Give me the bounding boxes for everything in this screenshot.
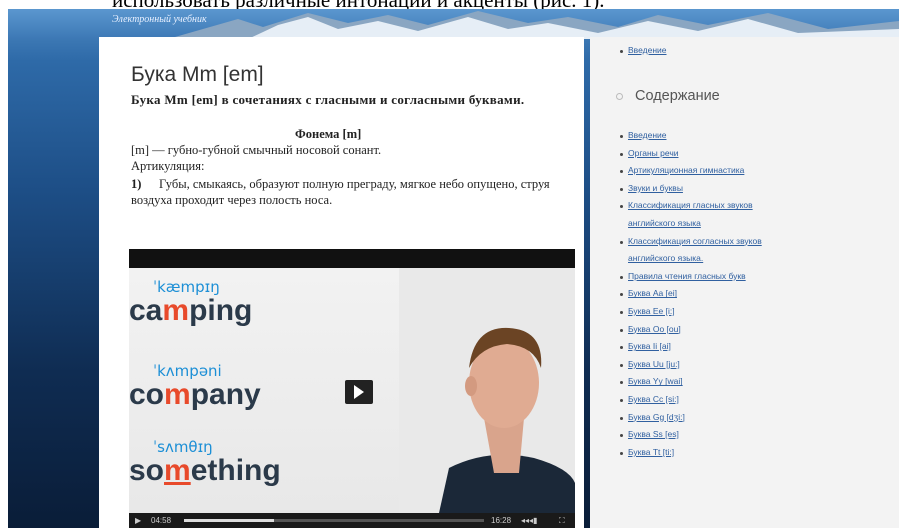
browser-page: Электронный учебник Бука Mm [em] Бука Mm… xyxy=(8,9,899,528)
toc-item[interactable]: Буква Aa [ei] xyxy=(628,288,677,298)
toc-item[interactable]: Буква Ii [ai] xyxy=(628,341,671,351)
bullet xyxy=(620,50,623,53)
volume-icon[interactable]: ◂◂◂▮ xyxy=(521,516,537,525)
bullet xyxy=(620,187,623,191)
toc-item[interactable]: Буква Cc [si:] xyxy=(628,394,679,404)
bullet xyxy=(620,381,623,385)
sidebar-top-link[interactable]: Введение xyxy=(628,45,667,55)
toc-item[interactable]: Буква Yy [wai] xyxy=(628,376,683,386)
bullet xyxy=(620,328,623,332)
time-current: 04:58 xyxy=(151,516,172,525)
site-title[interactable]: Электронный учебник xyxy=(112,14,207,25)
item-text: Губы, смыкаясь, образуют полную преграду… xyxy=(131,177,550,207)
bullet xyxy=(620,399,623,402)
bullet xyxy=(620,434,623,438)
bullet xyxy=(620,363,623,367)
toc-item[interactable]: Классификация согласных звуков xyxy=(628,236,762,246)
bullet xyxy=(620,346,623,350)
main-content: Бука Mm [em] Бука Mm [em] в сочетаниях с… xyxy=(99,37,584,528)
video-top-bar xyxy=(129,249,575,268)
toc-item[interactable]: Буква Oo [ou] xyxy=(628,324,681,334)
video-controls: ▶ 04:58 16:28 ◂◂◂▮ ⛶ xyxy=(129,513,575,528)
bullet xyxy=(620,205,623,209)
bullet xyxy=(620,135,623,138)
sidebar-heading: Содержание xyxy=(635,88,720,104)
phoneme-title: Фонема [m] xyxy=(295,127,362,141)
toc-item[interactable]: английского языка xyxy=(628,218,701,228)
toc-item[interactable]: Звуки и буквы xyxy=(628,183,683,193)
bullet xyxy=(620,311,623,314)
toc-item[interactable]: Буква Ss [es] xyxy=(628,429,679,439)
bullet xyxy=(620,170,623,174)
play-icon xyxy=(354,385,364,399)
time-total: 16:28 xyxy=(491,516,512,525)
video-player[interactable]: ˈkæmpɪŋ camping ˈkʌmpəni company ˈsʌmθɪŋ… xyxy=(129,249,575,528)
toc-item[interactable]: Введение xyxy=(628,130,667,140)
toc-item[interactable]: английского языка. xyxy=(628,253,703,263)
bullet xyxy=(620,275,623,279)
page-title: Бука Mm [em] xyxy=(131,63,264,86)
item-number: 1) xyxy=(131,177,142,191)
play-button[interactable] xyxy=(345,380,373,404)
toc-item[interactable]: Артикуляционная гимнастика xyxy=(628,165,744,175)
video-frame[interactable]: ˈkæmpɪŋ camping ˈkʌmpəni company ˈsʌmθɪŋ… xyxy=(129,268,575,513)
heading-circle-icon xyxy=(616,93,623,100)
bullet xyxy=(620,451,623,455)
toc-item[interactable]: Буква Tt [ti:] xyxy=(628,447,674,457)
section-subheading: Бука Mm [em] в сочетаниях с гласными и с… xyxy=(131,92,525,107)
bullet xyxy=(620,152,623,156)
bullet xyxy=(620,293,623,297)
play-small-icon[interactable]: ▶ xyxy=(135,516,141,525)
articulation-item: 1) Губы, смыкаясь, образуют полную прегра… xyxy=(131,176,557,208)
toc-item[interactable]: Буква Uu [ju:] xyxy=(628,359,680,369)
bullet xyxy=(620,240,623,244)
toc-item[interactable]: Буква Gg [dʒi:] xyxy=(628,412,685,422)
phoneme-description: [m] — губно-губной смычный носовой сонан… xyxy=(131,143,382,157)
progress-fill xyxy=(184,519,274,522)
progress-bar[interactable] xyxy=(184,519,484,522)
word-something: something xyxy=(129,454,281,487)
presenter-image xyxy=(399,268,575,513)
sidebar: Введение Содержание Введение Органы речи А… xyxy=(590,37,899,528)
word-camping: camping xyxy=(129,294,253,327)
toc-item[interactable]: Органы речи xyxy=(628,148,679,158)
fullscreen-icon[interactable]: ⛶ xyxy=(559,516,565,526)
toc-item[interactable]: Буква Ee [i:] xyxy=(628,306,675,316)
bullet xyxy=(620,416,623,420)
toc-item[interactable]: Правила чтения гласных букв xyxy=(628,271,746,281)
word-company: company xyxy=(129,378,261,411)
articulation-label: Артикуляция: xyxy=(131,159,205,173)
toc-item[interactable]: Классификация гласных звуков xyxy=(628,200,753,210)
